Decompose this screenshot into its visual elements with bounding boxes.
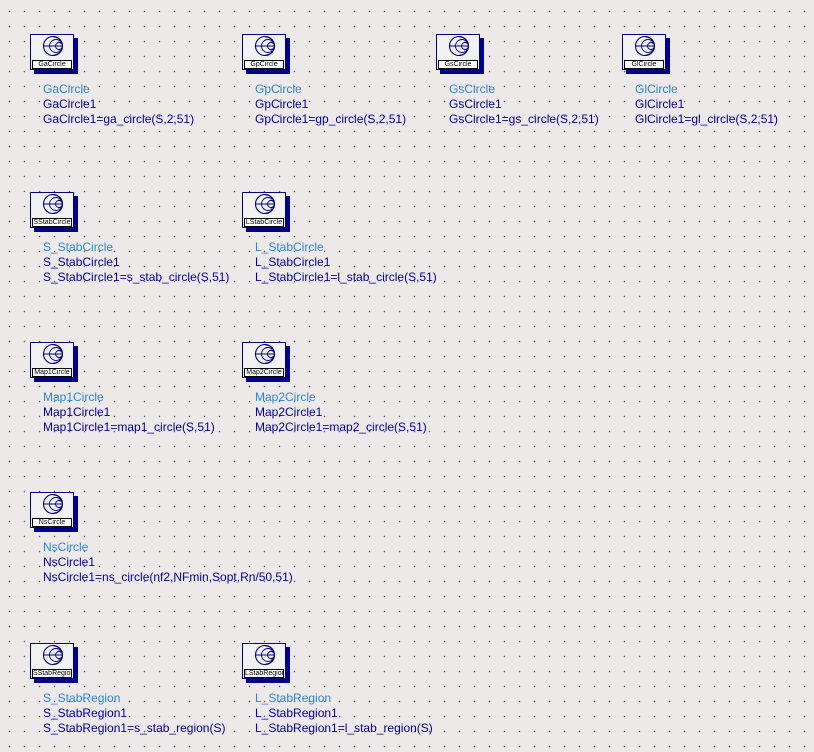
component-type: S_StabRegion: [43, 691, 121, 705]
component-instance: S_StabRegion1: [43, 706, 128, 720]
component-type: S_StabCircle: [43, 240, 114, 254]
component-type: L_StabRegion: [255, 691, 332, 705]
component-equation[interactable]: Map2Circle1=map2_circle(S,51): [255, 420, 427, 435]
component-text: GsCircle GsCircle1 GsCircle1=gs_circle(S…: [449, 82, 599, 127]
smith-chart-icon: [448, 35, 470, 57]
component-text: GaCircle GaCircle1 GaCircle1=ga_circle(S…: [43, 82, 194, 127]
component-instance: Map2Circle1: [255, 405, 323, 419]
symbol-label: LStabRegion: [244, 669, 284, 678]
component-equation[interactable]: NsCircle1=ns_circle(nf2,NFmin,Sopt,Rn/50…: [43, 570, 293, 585]
smith-chart-icon: [634, 35, 656, 57]
symbol-label: GsCircle: [438, 60, 478, 69]
component-symbol[interactable]: LStabCircle: [242, 192, 290, 232]
component-text: S_StabCircle S_StabCircle1 S_StabCircle1…: [43, 240, 229, 285]
smith-chart-icon: [254, 343, 276, 365]
component-symbol[interactable]: GlCircle: [622, 34, 670, 74]
symbol-label: GaCircle: [32, 60, 72, 69]
component-symbol[interactable]: Map2Circle: [242, 342, 290, 382]
component-symbol[interactable]: NsCircle: [30, 492, 78, 532]
component-equation[interactable]: GlCircle1=gl_circle(S,2,51): [635, 112, 778, 127]
component-text: Map2Circle Map2Circle1 Map2Circle1=map2_…: [255, 390, 427, 435]
smith-chart-icon: [254, 35, 276, 57]
component-symbol[interactable]: Map1Circle: [30, 342, 78, 382]
symbol-label: Map2Circle: [244, 368, 284, 377]
component-symbol[interactable]: LStabRegion: [242, 643, 290, 683]
component-text: L_StabRegion L_StabRegion1 L_StabRegion1…: [255, 691, 433, 736]
component-instance: L_StabRegion1: [255, 706, 338, 720]
symbol-label: LStabCircle: [244, 218, 284, 227]
component-type: GaCircle: [43, 82, 90, 96]
component-type: GpCircle: [255, 82, 302, 96]
component-instance: GsCircle1: [449, 97, 502, 111]
component-equation[interactable]: GsCircle1=gs_circle(S,2,51): [449, 112, 599, 127]
component-equation[interactable]: L_StabCircle1=l_stab_circle(S,51): [255, 270, 437, 285]
component-equation[interactable]: S_StabCircle1=s_stab_circle(S,51): [43, 270, 229, 285]
symbol-label: GlCircle: [624, 60, 664, 69]
smith-chart-icon: [42, 644, 64, 666]
component-type: GsCircle: [449, 82, 496, 96]
component-text: GlCircle GlCircle1 GlCircle1=gl_circle(S…: [635, 82, 778, 127]
component-equation[interactable]: L_StabRegion1=l_stab_region(S): [255, 721, 433, 736]
component-text: GpCircle GpCircle1 GpCircle1=gp_circle(S…: [255, 82, 406, 127]
component-text: Map1Circle Map1Circle1 Map1Circle1=map1_…: [43, 390, 215, 435]
component-instance: NsCircle1: [43, 555, 96, 569]
component-symbol[interactable]: GaCircle: [30, 34, 78, 74]
component-symbol[interactable]: SStabRegion: [30, 643, 78, 683]
smith-chart-icon: [42, 343, 64, 365]
smith-chart-icon: [42, 493, 64, 515]
component-instance: GpCircle1: [255, 97, 309, 111]
symbol-label: NsCircle: [32, 518, 72, 527]
component-symbol[interactable]: SStabCircle: [30, 192, 78, 232]
smith-chart-icon: [254, 644, 276, 666]
component-instance: L_StabCircle1: [255, 255, 331, 269]
component-equation[interactable]: GaCircle1=ga_circle(S,2,51): [43, 112, 194, 127]
smith-chart-icon: [42, 35, 64, 57]
component-text: S_StabRegion S_StabRegion1 S_StabRegion1…: [43, 691, 225, 736]
component-type: Map2Circle: [255, 390, 316, 404]
component-type: NsCircle: [43, 540, 89, 554]
smith-chart-icon: [254, 193, 276, 215]
component-instance: GaCircle1: [43, 97, 97, 111]
component-instance: Map1Circle1: [43, 405, 111, 419]
component-text: L_StabCircle L_StabCircle1 L_StabCircle1…: [255, 240, 437, 285]
component-equation[interactable]: Map1Circle1=map1_circle(S,51): [43, 420, 215, 435]
component-symbol[interactable]: GpCircle: [242, 34, 290, 74]
symbol-label: GpCircle: [244, 60, 284, 69]
component-equation[interactable]: GpCircle1=gp_circle(S,2,51): [255, 112, 406, 127]
component-equation[interactable]: S_StabRegion1=s_stab_region(S): [43, 721, 225, 736]
component-type: Map1Circle: [43, 390, 104, 404]
symbol-label: SStabRegion: [32, 669, 72, 678]
symbol-label: Map1Circle: [32, 368, 72, 377]
symbol-label: SStabCircle: [32, 218, 72, 227]
component-instance: S_StabCircle1: [43, 255, 120, 269]
smith-chart-icon: [42, 193, 64, 215]
component-text: NsCircle NsCircle1 NsCircle1=ns_circle(n…: [43, 540, 293, 585]
component-instance: GlCircle1: [635, 97, 685, 111]
component-symbol[interactable]: GsCircle: [436, 34, 484, 74]
component-type: L_StabCircle: [255, 240, 324, 254]
component-type: GlCircle: [635, 82, 678, 96]
